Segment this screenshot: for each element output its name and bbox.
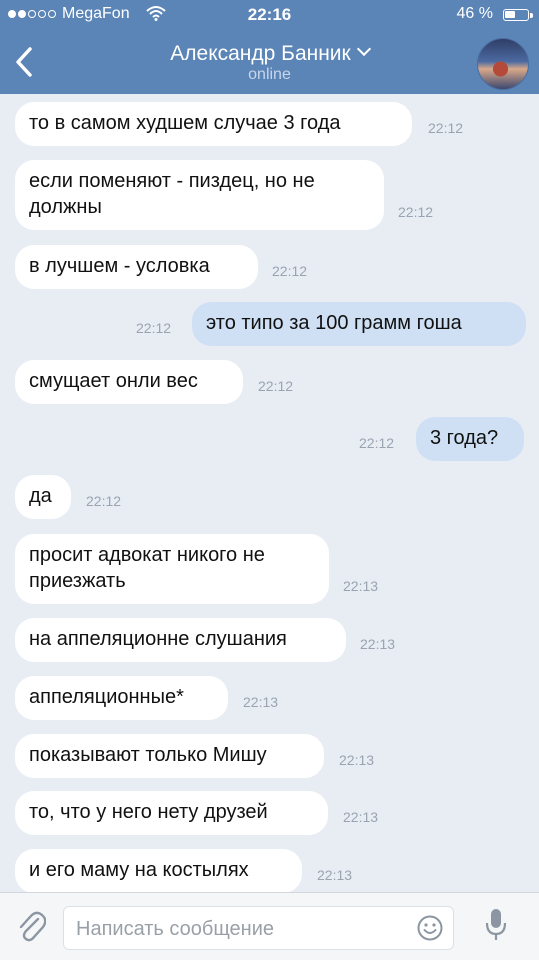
incoming-message-bubble[interactable]: в лучшем - условка	[15, 245, 258, 289]
incoming-message-bubble[interactable]: смущает онли вес	[15, 360, 243, 404]
incoming-message-bubble[interactable]: на аппеляционне слушания	[15, 618, 346, 662]
paperclip-icon[interactable]	[16, 909, 46, 943]
message-time: 22:13	[317, 867, 353, 883]
message-time: 22:13	[343, 578, 379, 594]
message-row: это типо за 100 грамм гоша 22:12	[0, 302, 539, 346]
incoming-message-bubble[interactable]: показывают только Мишу	[15, 734, 324, 778]
outgoing-message-bubble[interactable]: это типо за 100 грамм гоша	[192, 302, 526, 346]
incoming-message-bubble[interactable]: аппеляционные*	[15, 676, 228, 720]
message-row: то, что у него нету друзей 22:13	[0, 791, 539, 835]
chevron-down-icon	[356, 41, 371, 57]
message-time: 22:13	[360, 636, 396, 652]
incoming-message-bubble[interactable]: то, что у него нету друзей	[15, 791, 328, 835]
message-time: 22:12	[272, 263, 308, 279]
incoming-message-bubble[interactable]: если поменяют - пиздец, но не должны	[15, 160, 384, 230]
message-row: да 22:12	[0, 475, 539, 519]
message-time: 22:13	[343, 809, 379, 825]
microphone-icon[interactable]	[484, 907, 508, 943]
status-bar: MegaFon 22:16 46 %	[0, 0, 539, 30]
message-input[interactable]	[74, 907, 408, 951]
message-row: в лучшем - условка 22:12	[0, 245, 539, 289]
incoming-message-bubble[interactable]: то в самом худшем случае 3 года	[15, 102, 412, 146]
contact-name: Александр Банник	[170, 42, 351, 65]
message-time: 22:12	[398, 204, 434, 220]
message-time: 22:12	[258, 378, 294, 394]
message-list[interactable]: то в самом худшем случае 3 года 22:12 если…	[0, 94, 539, 892]
message-row: и его маму на костылях 22:13	[0, 849, 539, 892]
battery-level	[505, 11, 515, 18]
message-time: 22:12	[86, 493, 122, 509]
message-time: 22:12	[136, 320, 172, 336]
incoming-message-bubble[interactable]: да	[15, 475, 71, 519]
message-row: смущает онли вес 22:12	[0, 360, 539, 404]
message-row: 3 года? 22:12	[0, 417, 539, 461]
message-row: то в самом худшем случае 3 года 22:12	[0, 102, 539, 146]
incoming-message-bubble[interactable]: и его маму на костылях	[15, 849, 302, 892]
message-row: на аппеляционне слушания 22:13	[0, 618, 539, 662]
message-time: 22:12	[359, 435, 395, 451]
message-time: 22:13	[243, 694, 279, 710]
contact-title[interactable]: Александр Банник	[0, 41, 539, 66]
battery-icon	[503, 9, 533, 21]
message-row: если поменяют - пиздец, но не должны 22:1…	[0, 160, 539, 230]
message-row: показывают только Мишу 22:13	[0, 734, 539, 778]
incoming-message-bubble[interactable]: просит адвокат никого не приезжать	[15, 534, 329, 604]
composer-bar	[0, 892, 539, 960]
contact-status: online	[248, 66, 291, 83]
battery-percent: 46 %	[456, 5, 493, 22]
message-field[interactable]	[63, 906, 454, 951]
smile-icon[interactable]	[417, 915, 443, 941]
outgoing-message-bubble[interactable]: 3 года?	[416, 417, 524, 461]
chat-header: MegaFon 22:16 46 % Александр Банник onli…	[0, 0, 539, 94]
message-row: аппеляционные* 22:13	[0, 676, 539, 720]
message-time: 22:12	[428, 120, 464, 136]
avatar[interactable]	[477, 38, 529, 90]
message-time: 22:13	[339, 752, 375, 768]
message-row: просит адвокат никого не приезжать 22:13	[0, 534, 539, 604]
